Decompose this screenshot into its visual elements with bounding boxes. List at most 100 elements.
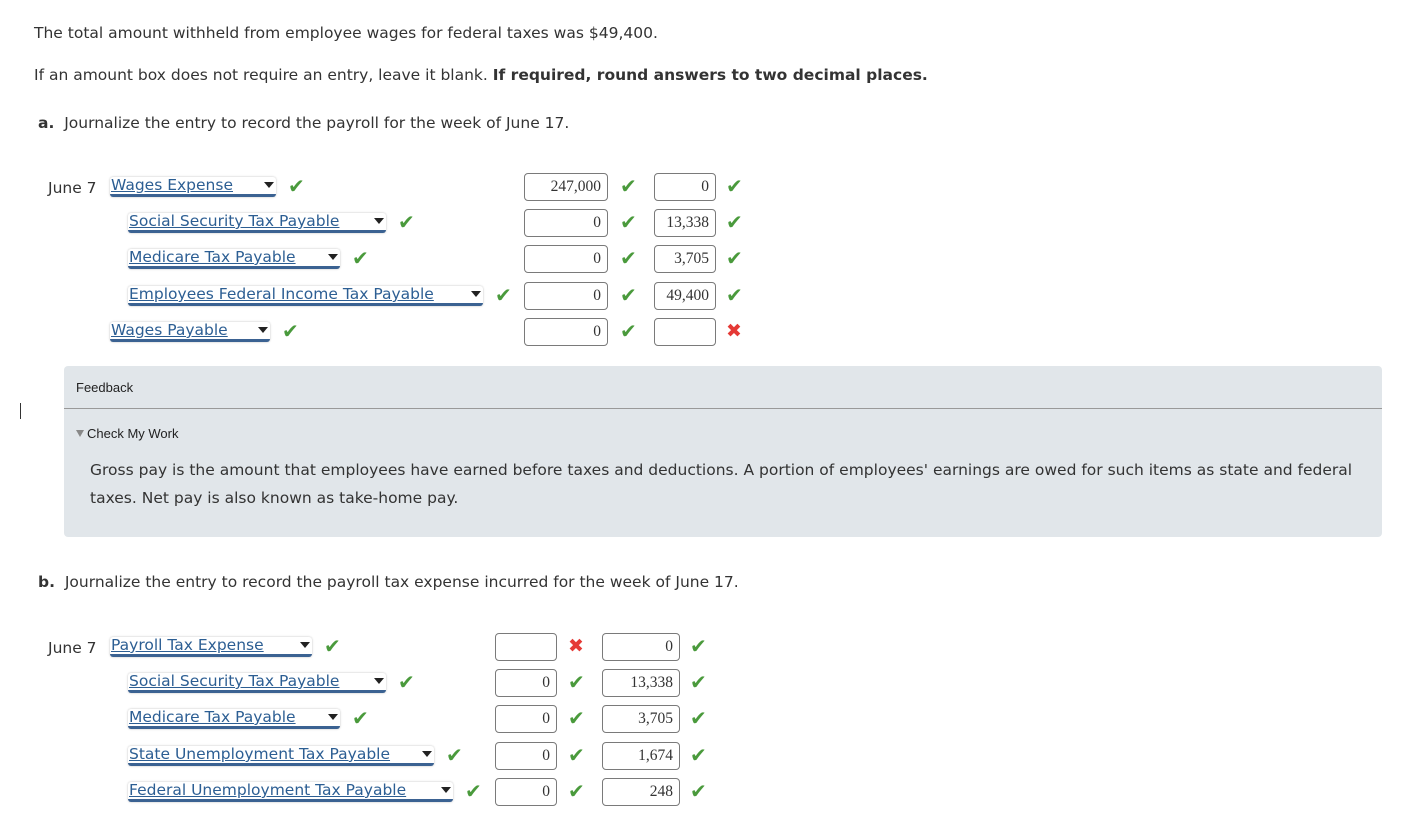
dropdown-arrow-icon (264, 182, 274, 188)
checkmark-icon: ✔ (398, 210, 415, 234)
checkmark-icon: ✔ (620, 210, 637, 234)
dropdown-arrow-icon (258, 327, 268, 333)
debit-amount-input[interactable]: 0 (495, 742, 557, 770)
check-my-work-label: Check My Work (87, 426, 179, 441)
account-select[interactable]: Employees Federal Income Tax Payable (128, 285, 483, 306)
part-a-question-text: Journalize the entry to record the payro… (64, 114, 570, 132)
checkmark-icon: ✔ (690, 706, 707, 730)
x-mark-icon: ✖ (568, 635, 584, 657)
feedback-panel: Feedback Check My Work Gross pay is the … (64, 366, 1382, 537)
debit-amount-input[interactable]: 0 (524, 245, 608, 273)
debit-amount-input[interactable]: 0 (524, 282, 608, 310)
part-b-question: b. Journalize the entry to record the pa… (38, 573, 739, 591)
account-select-value: Wages Payable (111, 321, 228, 339)
debit-amount-input[interactable] (495, 633, 557, 661)
credit-amount-input[interactable]: 49,400 (654, 282, 716, 310)
debit-amount-input[interactable]: 0 (524, 209, 608, 237)
checkmark-icon: ✔ (690, 779, 707, 803)
account-select-value: State Unemployment Tax Payable (129, 745, 391, 763)
account-select[interactable]: Medicare Tax Payable (128, 248, 340, 269)
checkmark-icon: ✔ (620, 174, 637, 198)
part-a-question: a. Journalize the entry to record the pa… (38, 114, 569, 132)
checkmark-icon: ✔ (324, 634, 341, 658)
checkmark-icon: ✔ (282, 319, 299, 343)
part-b-date: June 7 (48, 639, 97, 657)
checkmark-icon: ✔ (398, 670, 415, 694)
debit-amount-input[interactable]: 0 (495, 778, 557, 806)
checkmark-icon: ✔ (352, 706, 369, 730)
part-a-label: a. (38, 114, 55, 132)
debit-amount-input[interactable]: 247,000 (524, 173, 608, 201)
debit-amount-input[interactable]: 0 (495, 705, 557, 733)
x-mark-icon: ✖ (726, 320, 742, 342)
account-select-value: Wages Expense (111, 176, 233, 194)
account-select[interactable]: Wages Payable (110, 321, 270, 342)
part-b-label: b. (38, 573, 55, 591)
account-select[interactable]: Social Security Tax Payable (128, 212, 386, 233)
account-select-value: Medicare Tax Payable (129, 248, 296, 266)
dropdown-arrow-icon (374, 678, 384, 684)
credit-amount-input[interactable]: 248 (602, 778, 680, 806)
account-select[interactable]: Federal Unemployment Tax Payable (128, 781, 453, 802)
dropdown-arrow-icon (471, 291, 481, 297)
checkmark-icon: ✔ (568, 743, 585, 767)
account-select-value: Payroll Tax Expense (111, 636, 264, 654)
checkmark-icon: ✔ (726, 174, 743, 198)
feedback-text: Gross pay is the amount that employees h… (90, 461, 1353, 507)
debit-amount-input[interactable]: 0 (495, 669, 557, 697)
credit-amount-input[interactable]: 13,338 (654, 209, 716, 237)
account-select-value: Social Security Tax Payable (129, 672, 340, 690)
credit-amount-input[interactable]: 3,705 (654, 245, 716, 273)
checkmark-icon: ✔ (446, 743, 463, 767)
account-select[interactable]: Wages Expense (110, 176, 276, 197)
checkmark-icon: ✔ (690, 670, 707, 694)
intro-line-1: The total amount withheld from employee … (34, 24, 658, 42)
credit-amount-input[interactable]: 1,674 (602, 742, 680, 770)
intro-instruction: If an amount box does not require an ent… (34, 66, 493, 84)
debit-amount-input[interactable]: 0 (524, 318, 608, 346)
credit-amount-input[interactable] (654, 318, 716, 346)
credit-amount-input[interactable]: 0 (654, 173, 716, 201)
checkmark-icon: ✔ (726, 246, 743, 270)
check-my-work-toggle[interactable]: Check My Work (76, 426, 179, 441)
account-select-value: Federal Unemployment Tax Payable (129, 781, 407, 799)
part-b-question-text: Journalize the entry to record the payro… (64, 573, 739, 591)
checkmark-icon: ✔ (690, 634, 707, 658)
checkmark-icon: ✔ (690, 743, 707, 767)
credit-amount-input[interactable]: 13,338 (602, 669, 680, 697)
checkmark-icon: ✔ (726, 210, 743, 234)
checkmark-icon: ✔ (568, 670, 585, 694)
intro-line-2: If an amount box does not require an ent… (34, 66, 928, 84)
checkmark-icon: ✔ (620, 319, 637, 343)
account-select[interactable]: State Unemployment Tax Payable (128, 745, 434, 766)
dropdown-arrow-icon (422, 751, 432, 757)
dropdown-arrow-icon (300, 642, 310, 648)
dropdown-arrow-icon (441, 787, 451, 793)
feedback-divider (64, 408, 1382, 409)
account-select-value: Employees Federal Income Tax Payable (129, 285, 434, 303)
account-select[interactable]: Medicare Tax Payable (128, 708, 340, 729)
account-select[interactable]: Payroll Tax Expense (110, 636, 312, 657)
checkmark-icon: ✔ (465, 779, 482, 803)
feedback-title: Feedback (76, 380, 134, 395)
checkmark-icon: ✔ (620, 246, 637, 270)
intro-rounding-note: If required, round answers to two decima… (492, 66, 928, 84)
dropdown-arrow-icon (328, 254, 338, 260)
text-cursor (20, 403, 21, 419)
credit-amount-input[interactable]: 0 (602, 633, 680, 661)
account-select-value: Medicare Tax Payable (129, 708, 296, 726)
checkmark-icon: ✔ (568, 706, 585, 730)
account-select[interactable]: Social Security Tax Payable (128, 672, 386, 693)
checkmark-icon: ✔ (288, 174, 305, 198)
part-a-date: June 7 (48, 179, 97, 197)
checkmark-icon: ✔ (495, 283, 512, 307)
checkmark-icon: ✔ (352, 246, 369, 270)
credit-amount-input[interactable]: 3,705 (602, 705, 680, 733)
account-select-value: Social Security Tax Payable (129, 212, 340, 230)
checkmark-icon: ✔ (726, 283, 743, 307)
checkmark-icon: ✔ (620, 283, 637, 307)
checkmark-icon: ✔ (568, 779, 585, 803)
collapse-triangle-icon (76, 430, 84, 437)
dropdown-arrow-icon (328, 714, 338, 720)
dropdown-arrow-icon (374, 218, 384, 224)
